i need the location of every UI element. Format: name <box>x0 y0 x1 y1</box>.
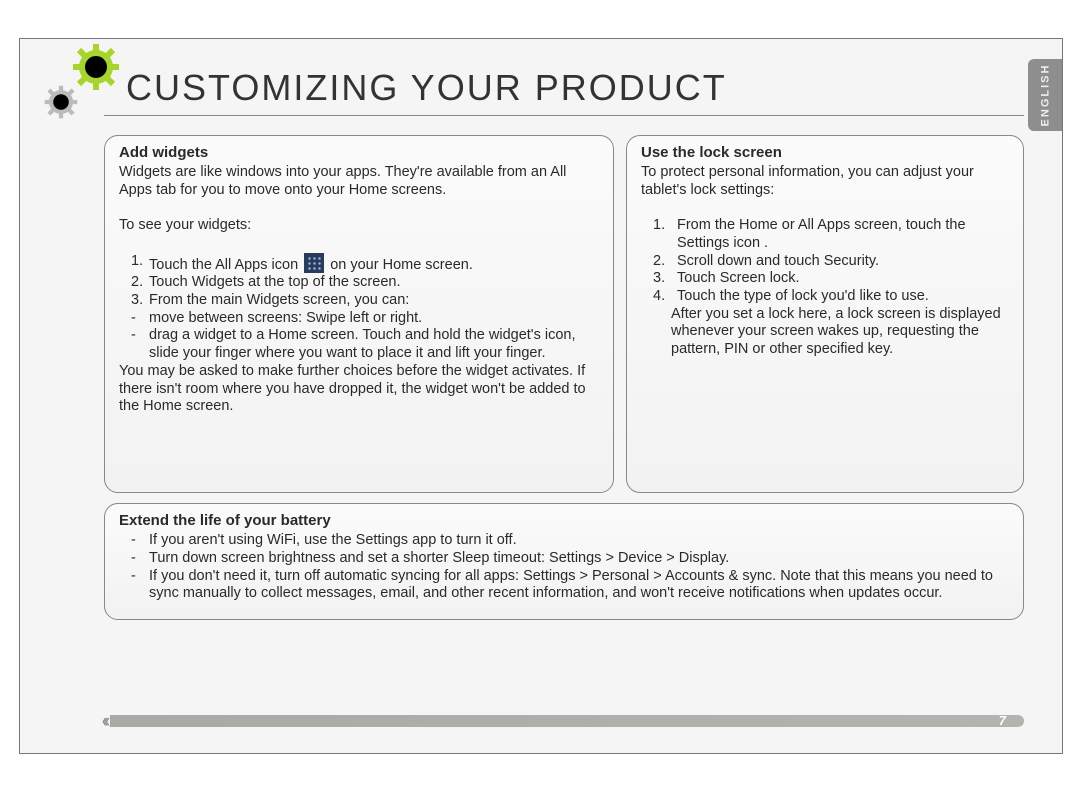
page-number: 7 <box>999 713 1006 728</box>
language-label: ENGLISH <box>1039 64 1051 127</box>
add-widgets-see: To see your widgets: <box>119 217 599 235</box>
lock-heading: Use the lock screen <box>641 144 1009 162</box>
widgets-step-2: 2.Touch Widgets at the top of the screen… <box>131 274 599 292</box>
add-widgets-outro: You may be asked to make further choices… <box>119 363 599 416</box>
widgets-step1b: on your Home screen. <box>330 257 473 273</box>
battery-item-3: -If you don't need it, turn off automati… <box>131 568 1009 603</box>
gear-small-icon <box>44 85 78 119</box>
lock-screen-panel: Use the lock screen To protect personal … <box>626 135 1024 493</box>
battery-item-2: -Turn down screen brightness and set a s… <box>131 550 1009 568</box>
lock-step-3: 3.Touch Screen lock. <box>653 270 1009 288</box>
page-header: CUSTOMIZING YOUR PRODUCT <box>104 57 1024 129</box>
widgets-steps: 1. Touch the All Apps icon on your Home … <box>119 253 599 363</box>
lock-steps: 1.From the Home or All Apps screen, touc… <box>641 217 1009 305</box>
widgets-dash-1: -move between screens: Swipe left or rig… <box>131 310 599 328</box>
battery-item-1: -If you aren't using WiFi, use the Setti… <box>131 532 1009 550</box>
lock-step-2: 2.Scroll down and touch Security. <box>653 253 1009 271</box>
widgets-step-1: 1. Touch the All Apps icon on your Home … <box>131 253 599 275</box>
gear-large-icon <box>72 43 120 91</box>
page-inner: ENGLISH <box>20 39 1062 753</box>
widgets-step-3: 3.From the main Widgets screen, you can: <box>131 292 599 310</box>
add-widgets-heading: Add widgets <box>119 144 599 162</box>
add-widgets-panel: Add widgets Widgets are like windows int… <box>104 135 614 493</box>
battery-heading: Extend the life of your battery <box>119 512 1009 530</box>
battery-panel: Extend the life of your battery -If you … <box>104 503 1024 620</box>
lock-outro: After you set a lock here, a lock screen… <box>641 306 1009 359</box>
all-apps-icon <box>304 253 324 273</box>
footer-bar: 7 <box>104 715 1024 727</box>
manual-page: ENGLISH <box>19 38 1063 754</box>
lock-intro: To protect personal information, you can… <box>641 164 1009 199</box>
top-row: Add widgets Widgets are like windows int… <box>104 135 1024 493</box>
page-title: CUSTOMIZING YOUR PRODUCT <box>104 57 1024 116</box>
lock-step-4: 4.Touch the type of lock you'd like to u… <box>653 288 1009 306</box>
language-tab: ENGLISH <box>1028 59 1062 131</box>
lock-step-1: 1.From the Home or All Apps screen, touc… <box>653 217 1009 252</box>
add-widgets-intro: Widgets are like windows into your apps.… <box>119 164 599 199</box>
battery-list: -If you aren't using WiFi, use the Setti… <box>119 532 1009 603</box>
widgets-dash-2: -drag a widget to a Home screen. Touch a… <box>131 327 599 362</box>
footer: 7 <box>104 713 1024 729</box>
widgets-step1a: Touch the All Apps icon <box>149 257 298 273</box>
